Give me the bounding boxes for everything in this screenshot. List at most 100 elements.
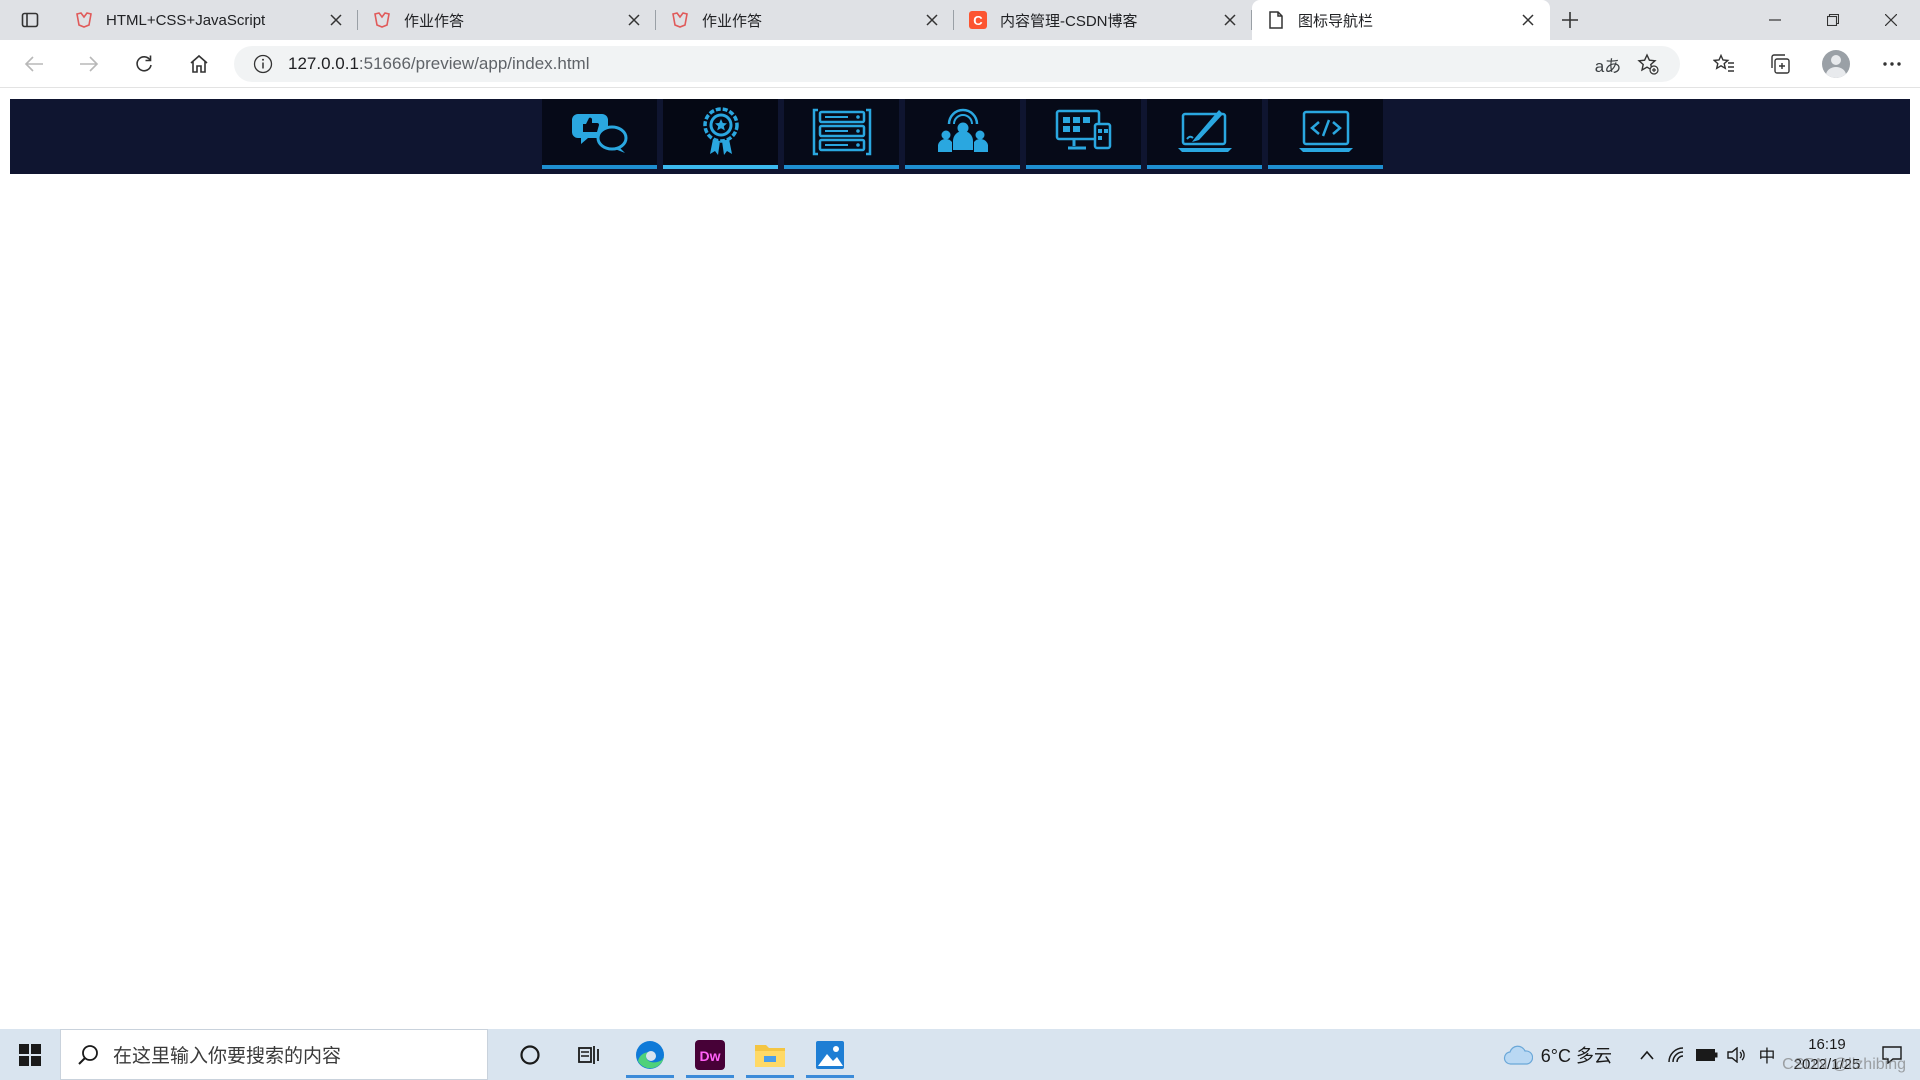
code-laptop-icon: [1298, 110, 1353, 152]
taskbar-dreamweaver[interactable]: Dw: [680, 1029, 740, 1080]
close-icon[interactable]: [326, 10, 346, 30]
taskbar-edge[interactable]: [620, 1029, 680, 1080]
info-icon[interactable]: [252, 53, 274, 75]
back-button[interactable]: [6, 40, 61, 88]
read-aloud-icon[interactable]: aあ: [1588, 46, 1628, 82]
nav-item-server[interactable]: [784, 99, 899, 169]
page-viewport: [0, 89, 1920, 1029]
toolbar-right: [1696, 40, 1920, 88]
svg-text:Dw: Dw: [700, 1048, 721, 1064]
start-button[interactable]: [0, 1029, 60, 1080]
tab-homework-1[interactable]: 作业作答: [358, 0, 656, 40]
weather-widget[interactable]: 6°C 多云: [1503, 1042, 1612, 1068]
edge-icon: [636, 1040, 664, 1069]
task-view-button[interactable]: [560, 1029, 620, 1080]
minimize-button[interactable]: [1746, 0, 1804, 40]
restore-button[interactable]: [1804, 0, 1862, 40]
address-bar[interactable]: 127.0.0.1:51666/preview/app/index.html a…: [234, 46, 1680, 82]
nav-item-code[interactable]: [1268, 99, 1383, 169]
home-icon: [189, 54, 208, 73]
more-icon: [1883, 62, 1901, 66]
favorites-icon: [1713, 54, 1734, 72]
close-icon[interactable]: [922, 10, 942, 30]
server-list-icon: [812, 108, 871, 156]
close-window-button[interactable]: [1862, 0, 1920, 40]
favorites-button[interactable]: [1696, 40, 1752, 88]
tab-icon-nav[interactable]: 图标导航栏: [1252, 0, 1550, 40]
weather-text: 6°C 多云: [1540, 1045, 1612, 1066]
tab-logo-icon: [372, 10, 392, 30]
dreamweaver-icon: Dw: [695, 1039, 725, 1070]
new-tab-button[interactable]: [1550, 0, 1590, 40]
tab-title: 作业作答: [404, 12, 465, 30]
show-hidden-icons-button[interactable]: [1632, 1029, 1662, 1080]
profile-button[interactable]: [1808, 40, 1864, 88]
wifi-icon: [1668, 1046, 1684, 1062]
tab-strip: HTML+CSS+JavaScript 作业作答 作业作答 C 内容管理-CSD…: [0, 0, 1920, 40]
cloud-icon: [1503, 1045, 1533, 1065]
refresh-button[interactable]: [116, 40, 171, 88]
battery-button[interactable]: [1692, 1029, 1722, 1080]
url-path: :51666/preview/app/index.html: [358, 54, 590, 73]
taskbar: 在这里输入你要搜索的内容 Dw 6°C 多云 中 16:19 2022/1/25…: [0, 1029, 1920, 1080]
clock-time: 16:19: [1808, 1035, 1846, 1053]
minimize-icon: [1769, 19, 1781, 21]
window-controls: [1746, 0, 1920, 40]
tab-html-css-js[interactable]: HTML+CSS+JavaScript: [60, 0, 358, 40]
home-button[interactable]: [171, 40, 226, 88]
add-favorite-icon[interactable]: [1628, 46, 1668, 82]
forward-button[interactable]: [61, 40, 116, 88]
taskbar-photos[interactable]: [800, 1029, 860, 1080]
close-icon: [1885, 14, 1897, 26]
url-host: 127.0.0.1: [288, 54, 359, 73]
close-icon[interactable]: [1220, 10, 1240, 30]
speaker-icon: [1727, 1046, 1745, 1063]
cortana-button[interactable]: [500, 1029, 560, 1080]
icon-nav-list: [542, 99, 1383, 174]
task-view-icon: [578, 1045, 599, 1064]
nav-item-devices[interactable]: [1026, 99, 1141, 169]
tab-logo-icon: [74, 10, 94, 30]
windows-icon: [19, 1043, 41, 1066]
close-icon[interactable]: [1518, 10, 1538, 30]
tab-csdn[interactable]: C 内容管理-CSDN博客: [954, 0, 1252, 40]
network-button[interactable]: [1662, 1029, 1692, 1080]
csdn-icon: C: [968, 10, 988, 30]
back-arrow-icon: [24, 55, 43, 72]
taskbar-file-explorer[interactable]: [740, 1029, 800, 1080]
menu-button[interactable]: [1864, 40, 1920, 88]
icon-nav-bar: [10, 99, 1910, 174]
chat-feedback-icon: [571, 114, 627, 153]
plus-icon: [1562, 12, 1578, 28]
tab-actions-button[interactable]: [0, 0, 60, 40]
nav-item-team[interactable]: [905, 99, 1020, 169]
battery-icon: [1696, 1048, 1718, 1061]
tab-logo-icon: [670, 10, 690, 30]
volume-button[interactable]: [1722, 1029, 1752, 1080]
taskbar-search[interactable]: 在这里输入你要搜索的内容: [60, 1029, 488, 1080]
folder-icon: [755, 1044, 785, 1067]
nav-item-design[interactable]: [1147, 99, 1262, 169]
tab-actions-icon: [21, 12, 39, 28]
forward-arrow-icon: [79, 55, 98, 72]
tab-title: 作业作答: [702, 12, 763, 30]
tab-homework-2[interactable]: 作业作答: [656, 0, 954, 40]
nav-item-chat[interactable]: [542, 99, 657, 169]
collections-icon: [1771, 54, 1790, 74]
ime-indicator[interactable]: 中: [1752, 1029, 1782, 1080]
close-icon[interactable]: [624, 10, 644, 30]
chevron-up-icon: [1640, 1050, 1654, 1060]
nav-item-award[interactable]: [663, 99, 778, 169]
user-group-icon: [937, 108, 988, 152]
cortana-icon: [520, 1044, 540, 1065]
tab-title: 图标导航栏: [1298, 12, 1374, 30]
tab-title: HTML+CSS+JavaScript: [106, 11, 266, 29]
photos-icon: [816, 1040, 844, 1069]
collections-button[interactable]: [1752, 40, 1808, 88]
search-placeholder: 在这里输入你要搜索的内容: [113, 1046, 342, 1067]
restore-icon: [1827, 14, 1839, 26]
page-icon: [1266, 10, 1286, 30]
svg-text:C: C: [973, 13, 983, 28]
csdn-watermark: CSDN @lizhibing: [1782, 1056, 1906, 1073]
url-text[interactable]: 127.0.0.1:51666/preview/app/index.html: [288, 54, 1588, 74]
